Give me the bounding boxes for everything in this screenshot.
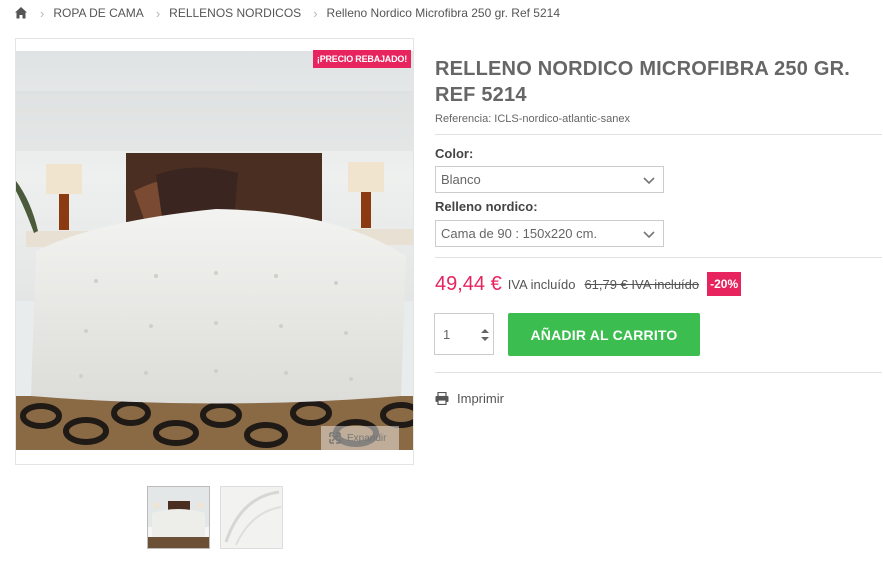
fill-select[interactable]: Cama de 90 : 150x220 cm. <box>435 220 664 247</box>
breadcrumb-separator: › <box>313 5 318 21</box>
price-tax-note: IVA incluído <box>507 276 576 292</box>
bed-illustration <box>16 51 413 450</box>
chevron-down-icon <box>643 231 655 239</box>
chevron-down-icon <box>643 177 655 185</box>
discount-badge: -20% <box>707 272 742 296</box>
fill-select-value: Cama de 90 : 150x220 cm. <box>441 226 598 241</box>
color-select-value: Blanco <box>441 172 481 187</box>
fill-label: Relleno nordico: <box>435 199 538 214</box>
bed-photo-thumbnail <box>148 487 209 548</box>
breadcrumb-separator: › <box>40 5 45 21</box>
product-reference: Referencia: ICLS-nordico-atlantic-sanex <box>435 113 631 125</box>
thumbnail-detail[interactable] <box>220 486 283 549</box>
home-icon[interactable] <box>14 6 28 20</box>
add-to-cart-button[interactable]: AÑADIR AL CARRITO <box>508 313 700 356</box>
current-price: 49,44 € <box>435 272 502 295</box>
expand-button[interactable]: Expandir <box>321 426 399 450</box>
sale-badge: ¡PRECIO REBAJADO! <box>312 50 411 68</box>
quantity-stepper[interactable]: 1 <box>434 313 494 355</box>
divider <box>435 372 882 373</box>
breadcrumb-rellenos-nordicos[interactable]: RELLENOS NORDICOS <box>169 6 301 20</box>
spinner-arrows-icon[interactable] <box>480 327 490 343</box>
thumbnail-strip <box>147 486 283 549</box>
quilt-detail-thumbnail <box>221 487 282 548</box>
quantity-value: 1 <box>443 327 451 342</box>
breadcrumb: › ROPA DE CAMA › RELLENOS NORDICOS › Rel… <box>14 4 560 22</box>
print-link[interactable]: Imprimir <box>435 391 504 406</box>
print-label: Imprimir <box>457 391 504 406</box>
divider <box>435 134 882 135</box>
printer-icon <box>435 392 449 405</box>
breadcrumb-current: Relleno Nordico Microfibra 250 gr. Ref 5… <box>326 6 560 20</box>
color-select[interactable]: Blanco <box>435 166 664 193</box>
old-price: 61,79 € IVA incluído <box>584 276 700 292</box>
product-title: RELLENO NORDICO MICROFIBRA 250 GR. REF 5… <box>435 58 850 106</box>
expand-label: Expandir <box>347 432 387 444</box>
expand-icon <box>329 432 341 444</box>
breadcrumb-ropa-de-cama[interactable]: ROPA DE CAMA <box>53 6 143 20</box>
divider <box>435 257 882 258</box>
breadcrumb-separator: › <box>155 5 161 21</box>
thumbnail-bed[interactable] <box>147 486 210 549</box>
product-image-panel: ¡PRECIO REBAJADO! Expandir <box>15 38 414 465</box>
price-row: 49,44 € IVA incluído 61,79 € IVA incluíd… <box>435 269 742 299</box>
color-label: Color: <box>435 146 474 161</box>
product-photo[interactable] <box>16 51 413 450</box>
